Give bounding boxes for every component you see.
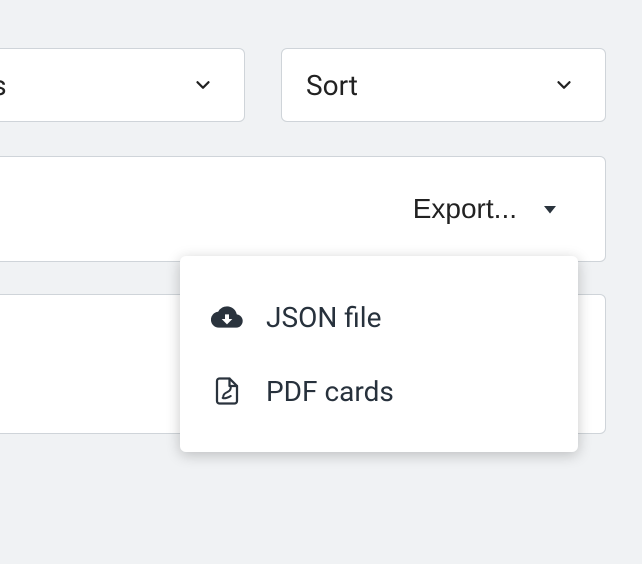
cloud-download-icon xyxy=(210,300,244,334)
pdf-file-icon xyxy=(210,374,244,408)
export-button-label: Export... xyxy=(413,193,517,225)
caret-down-icon xyxy=(533,192,567,226)
categories-label: ories xyxy=(0,69,7,102)
categories-select[interactable]: ories xyxy=(0,48,245,122)
menu-item-label: PDF cards xyxy=(266,375,394,408)
toolbar-panel: Export... xyxy=(0,156,606,262)
chevron-down-icon xyxy=(186,68,220,102)
export-json-item[interactable]: JSON file xyxy=(180,280,578,354)
export-pdf-item[interactable]: PDF cards xyxy=(180,354,578,428)
sort-label: Sort xyxy=(306,69,358,102)
export-menu: JSON file PDF cards xyxy=(180,256,578,452)
chevron-down-icon xyxy=(547,68,581,102)
sort-select[interactable]: Sort xyxy=(281,48,606,122)
menu-item-label: JSON file xyxy=(266,301,381,334)
export-button[interactable]: Export... xyxy=(413,192,567,226)
